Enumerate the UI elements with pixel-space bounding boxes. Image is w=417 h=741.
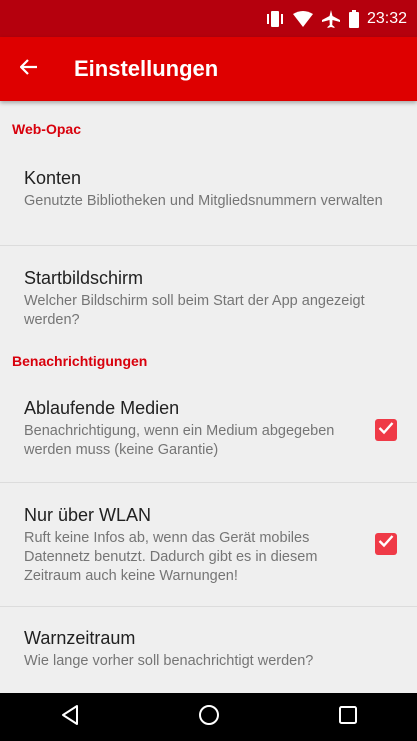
navigation-bar (0, 693, 417, 741)
checkbox-ablaufende-medien[interactable] (375, 419, 397, 441)
category-benachrichtigungen: Benachrichtigungen (12, 353, 148, 369)
settings-list[interactable]: Web-Opac Konten Genutzte Bibliotheken un… (0, 101, 417, 693)
pref-ablaufende-medien[interactable]: Ablaufende Medien Benachrichtigung, wenn… (0, 380, 417, 483)
vibrate-icon (265, 10, 285, 28)
pref-title: Ablaufende Medien (24, 398, 180, 418)
pref-title: Nur über WLAN (24, 505, 152, 525)
pref-nur-ueber-wlan[interactable]: Nur über WLAN Ruft keine Infos ab, wenn … (0, 483, 417, 607)
pref-summary: Benachrichtigung, wenn ein Medium abgege… (24, 423, 335, 458)
status-bar: 23:32 (0, 0, 417, 37)
battery-icon (348, 9, 359, 28)
recents-square-icon (338, 705, 358, 730)
check-icon (378, 534, 394, 553)
pref-title: Konten (24, 168, 82, 188)
pref-title: Startbildschirm (24, 268, 144, 288)
status-time: 23:32 (366, 9, 407, 27)
category-web-opac: Web-Opac (12, 121, 81, 137)
app-bar: Einstellungen (0, 37, 417, 101)
pref-summary: Genutzte Bibliotheken und Mitgliedsnumme… (24, 193, 383, 209)
page-title: Einstellungen (74, 56, 219, 81)
back-button[interactable] (0, 37, 58, 101)
nav-back-button[interactable] (40, 693, 100, 741)
pref-title: Warnzeitraum (24, 628, 136, 648)
pref-konten[interactable]: Konten Genutzte Bibliotheken und Mitglie… (0, 155, 417, 246)
check-icon (378, 421, 394, 440)
home-circle-icon (198, 704, 220, 731)
pref-warnzeitraum[interactable]: Warnzeitraum Wie lange vorher soll benac… (0, 607, 417, 687)
checkbox-nur-ueber-wlan[interactable] (375, 532, 397, 555)
back-triangle-icon (60, 704, 80, 731)
arrow-back-icon (19, 58, 38, 80)
wifi-icon (292, 10, 313, 27)
nav-recents-button[interactable] (318, 693, 378, 741)
airplane-icon (321, 9, 341, 29)
pref-summary: Ruft keine Infos ab, wenn das Gerät mobi… (24, 530, 318, 584)
nav-home-button[interactable] (179, 693, 239, 741)
pref-summary: Wie lange vorher soll benachrichtigt wer… (24, 653, 314, 669)
pref-summary: Welcher Bildschirm soll beim Start der A… (24, 293, 365, 328)
pref-startbildschirm[interactable]: Startbildschirm Welcher Bildschirm soll … (0, 246, 417, 336)
